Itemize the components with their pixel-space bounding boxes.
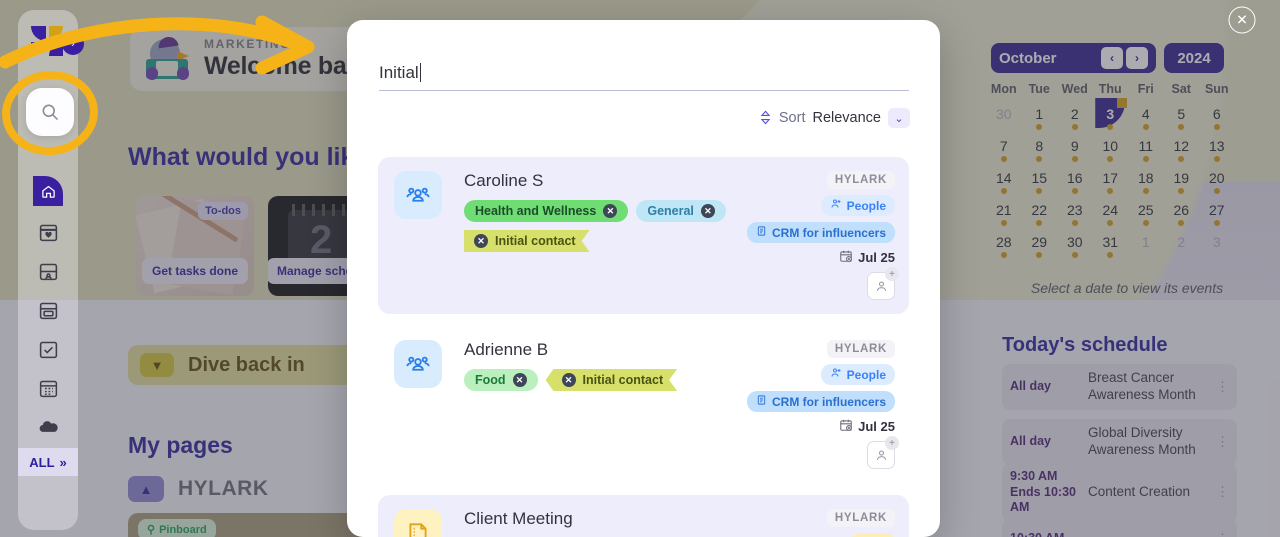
document-icon [756, 225, 767, 240]
search-input[interactable]: Initial [379, 55, 909, 91]
add-assignee-button[interactable]: + [867, 436, 899, 469]
source-label: CRM for influencers [771, 225, 886, 240]
record-type-label: People [846, 367, 886, 382]
result-date-label: Jul 25 [858, 250, 895, 265]
result-date-label: Jul 25 [858, 419, 895, 434]
person-add-icon [830, 367, 842, 382]
sidebar-item-cloud[interactable] [35, 414, 61, 440]
search-result-title: Caroline S [464, 171, 544, 190]
sort-control[interactable]: Sort Relevance ⌄ [759, 108, 910, 128]
search-result-body: Adrienne B Food ✕ ✕ Initial contact [442, 340, 735, 469]
search-icon [42, 104, 59, 121]
sidebar-item-calendar[interactable] [35, 375, 61, 401]
search-button[interactable] [26, 88, 74, 136]
double-chevron-right-icon: » [59, 454, 67, 470]
close-modal-button[interactable]: ✕ [1228, 6, 1256, 34]
tag[interactable]: Food ✕ [464, 369, 538, 391]
workspace-badge: HYLARK [826, 171, 895, 189]
text-caret [419, 63, 421, 82]
result-date: Jul 25 [839, 249, 895, 266]
tag-list: Health and Wellness ✕ General ✕ ✕ Initial con… [464, 200, 735, 252]
search-result-body: Client Meeting [442, 509, 735, 537]
add-assignee-button[interactable]: + [867, 267, 899, 300]
people-icon [394, 171, 442, 219]
tag-remove-icon[interactable]: ✕ [700, 204, 715, 218]
search-result-card[interactable]: Caroline S Health and Wellness ✕ General ✕ ✕ I… [378, 157, 909, 314]
sidebar-expand-button[interactable]: › [62, 33, 84, 55]
sidebar-item-home[interactable] [33, 176, 63, 206]
record-type-pill[interactable]: People [820, 364, 895, 385]
sidebar-item-contacts[interactable] [35, 258, 61, 284]
source-label: CRM for influencers [771, 394, 886, 409]
sidebar-all-button[interactable]: ALL » [18, 448, 78, 476]
tag[interactable]: ✕ Initial contact [464, 230, 590, 252]
search-result-title: Client Meeting [464, 509, 573, 528]
calendar-add-icon [839, 418, 853, 435]
sidebar-item-favorites[interactable] [35, 219, 61, 245]
tag-remove-icon[interactable]: ✕ [512, 373, 527, 387]
search-modal: Initial Sort Relevance ⌄ Caroline S Healt… [347, 20, 940, 537]
sort-icon [759, 110, 772, 127]
search-result-meta: HYLARKNoteJul 10+ [735, 509, 895, 537]
workspace-badge: HYLARK [826, 340, 895, 358]
tag[interactable]: ✕ Initial contact [546, 369, 678, 391]
tag-label: Food [475, 373, 506, 387]
sidebar-item-tasks[interactable] [35, 336, 61, 362]
sidebar-item-gallery[interactable] [35, 297, 61, 323]
hylark-logo[interactable] [31, 26, 65, 56]
plus-icon[interactable]: + [885, 267, 899, 281]
calendar-add-icon [839, 249, 853, 266]
record-type-pill[interactable]: Note [850, 533, 895, 537]
source-pill[interactable]: CRM for influencers [746, 222, 895, 243]
document-icon [756, 394, 767, 409]
tag[interactable]: Health and Wellness ✕ [464, 200, 629, 222]
tag-label: Initial contact [582, 373, 664, 387]
search-result-meta: HYLARK People CRM for influencers Jul 25 + [735, 171, 899, 300]
search-result-meta: HYLARK People CRM for influencers Jul 25 + [735, 340, 899, 469]
tag-remove-icon[interactable]: ✕ [603, 204, 618, 218]
tag-list: Food ✕ ✕ Initial contact [464, 369, 735, 391]
person-add-icon [830, 198, 842, 213]
source-pill[interactable]: CRM for influencers [746, 391, 895, 412]
workspace-badge: HYLARK [826, 509, 895, 527]
plus-icon[interactable]: + [885, 436, 899, 450]
search-results-list[interactable]: Caroline S Health and Wellness ✕ General ✕ ✕ I… [378, 157, 909, 537]
record-type-label: People [846, 198, 886, 213]
chevron-down-icon[interactable]: ⌄ [888, 108, 910, 128]
result-date: Jul 25 [839, 418, 895, 435]
tag[interactable]: General ✕ [636, 200, 726, 222]
tag-label: Health and Wellness [475, 204, 597, 218]
search-result-title: Adrienne B [464, 340, 549, 359]
search-result-card[interactable]: Adrienne B Food ✕ ✕ Initial contact HYLARK Peo… [378, 326, 909, 483]
tag-remove-icon[interactable]: ✕ [474, 234, 488, 248]
search-result-body: Caroline S Health and Wellness ✕ General ✕ ✕ I… [442, 171, 735, 300]
search-result-card[interactable]: Client MeetingHYLARKNoteJul 10+ [378, 495, 909, 537]
search-input-value: Initial [379, 62, 419, 82]
screen-root: MARKETING Welcome back What would you li… [0, 0, 1280, 537]
tag-label: General [647, 204, 694, 218]
sort-label: Sort [778, 110, 806, 126]
home-icon [33, 176, 63, 206]
people-icon [394, 340, 442, 388]
sidebar-nav [18, 176, 78, 440]
record-type-pill[interactable]: People [820, 195, 895, 216]
tag-remove-icon[interactable]: ✕ [562, 373, 576, 387]
note-icon [394, 509, 442, 537]
tag-label: Initial contact [495, 234, 576, 248]
sort-value: Relevance [812, 110, 881, 126]
all-label: ALL [29, 454, 55, 470]
